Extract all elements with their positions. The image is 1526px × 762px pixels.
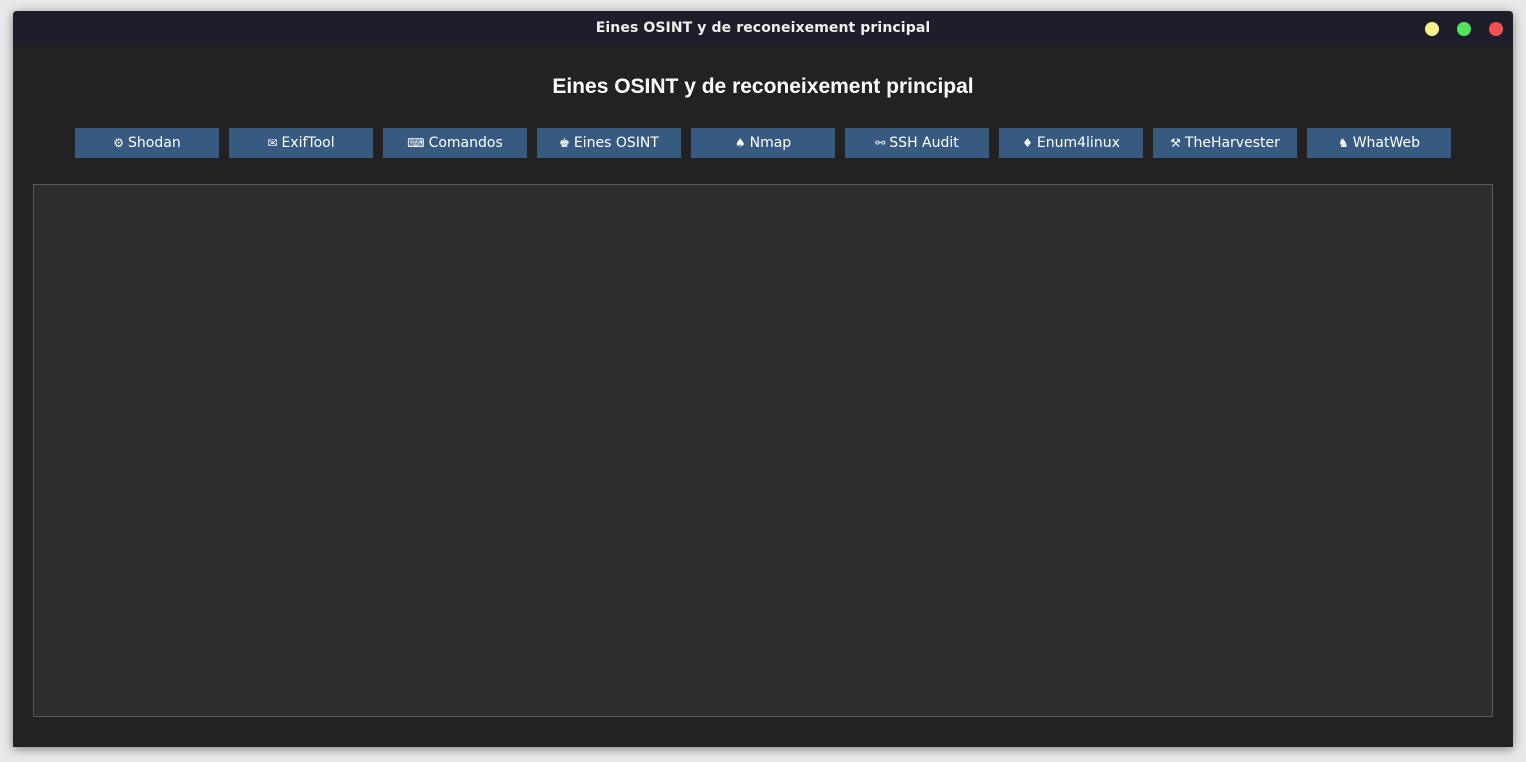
button-label: Shodan: [128, 135, 181, 151]
output-panel[interactable]: [33, 184, 1493, 717]
button-label: SSH Audit: [889, 135, 959, 151]
exiftool-button[interactable]: ✉ ExifTool: [229, 128, 373, 158]
enum4linux-button[interactable]: ♦ Enum4linux: [999, 128, 1143, 158]
button-label: WhatWeb: [1352, 135, 1421, 151]
envelope-icon: ✉: [267, 136, 278, 150]
theharvester-button[interactable]: ⚒ TheHarvester: [1153, 128, 1297, 158]
maximize-button[interactable]: [1457, 22, 1471, 36]
button-label: TheHarvester: [1184, 135, 1280, 151]
link-icon: ⚯: [875, 136, 886, 150]
eines-osint-button[interactable]: ♚ Eines OSINT: [537, 128, 681, 158]
button-label: ExifTool: [281, 135, 335, 151]
comandos-button[interactable]: ⌨ Comandos: [383, 128, 527, 158]
hammer-pick-icon: ⚒: [1170, 136, 1181, 150]
page-title: Eines OSINT y de reconeixement principal: [552, 75, 974, 98]
button-label: Comandos: [428, 135, 503, 151]
title-bar[interactable]: Eines OSINT y de reconeixement principal: [13, 11, 1513, 46]
gear-icon: ⚙: [113, 136, 125, 150]
close-button[interactable]: [1489, 22, 1503, 36]
button-label: Eines OSINT: [573, 135, 659, 151]
whatweb-button[interactable]: ♞ WhatWeb: [1307, 128, 1451, 158]
chess-king-icon: ♚: [559, 136, 570, 150]
spade-icon: ♠: [734, 136, 746, 150]
tool-buttons-bar: ⚙ Shodan ✉ ExifTool ⌨ Comandos ♚ Eines O…: [75, 128, 1451, 158]
chess-knight-icon: ♞: [1337, 136, 1349, 150]
button-label: Nmap: [749, 135, 792, 151]
nmap-button[interactable]: ♠ Nmap: [691, 128, 835, 158]
app-window: Eines OSINT y de reconeixement principal…: [13, 11, 1513, 747]
diamond-icon: ♦: [1022, 136, 1033, 150]
button-label: Enum4linux: [1036, 135, 1120, 151]
window-title: Eines OSINT y de reconeixement principal: [595, 20, 931, 36]
minimize-button[interactable]: [1425, 22, 1439, 36]
ssh-audit-button[interactable]: ⚯ SSH Audit: [845, 128, 989, 158]
keyboard-icon: ⌨: [407, 136, 425, 150]
shodan-button[interactable]: ⚙ Shodan: [75, 128, 219, 158]
